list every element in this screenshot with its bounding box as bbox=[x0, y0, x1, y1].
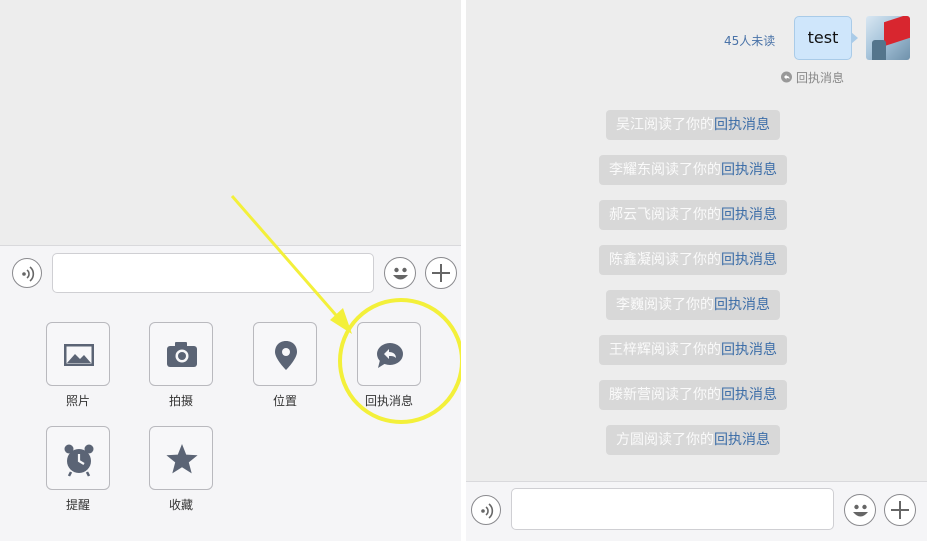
emoji-button[interactable] bbox=[384, 257, 416, 289]
camera-icon bbox=[167, 342, 197, 367]
tool-location[interactable]: 位置 bbox=[252, 322, 318, 409]
tool-label: 位置 bbox=[272, 394, 297, 408]
smiley-icon bbox=[853, 504, 868, 517]
receipt-message-link[interactable]: 回执消息 bbox=[721, 252, 777, 268]
avatar[interactable] bbox=[866, 16, 910, 60]
receipt-message-link[interactable]: 回执消息 bbox=[721, 342, 777, 358]
tool-favorites[interactable]: 收藏 bbox=[148, 426, 214, 513]
smiley-icon bbox=[393, 267, 408, 280]
left-screen: 照片 拍摄 位置 回执消息 提醒 收藏 bbox=[0, 0, 461, 541]
read-notice: 陈鑫凝阅读了你的回执消息 bbox=[599, 245, 787, 275]
tool-label: 拍摄 bbox=[168, 394, 193, 408]
tool-photo[interactable]: 照片 bbox=[45, 322, 111, 409]
receipt-message-icon bbox=[377, 343, 403, 368]
receipt-message-link[interactable]: 回执消息 bbox=[714, 297, 770, 313]
receipt-message-link[interactable]: 回执消息 bbox=[721, 387, 777, 403]
emoji-button[interactable] bbox=[844, 494, 876, 526]
star-icon bbox=[166, 444, 198, 474]
message-input[interactable] bbox=[52, 253, 374, 293]
tool-label: 收藏 bbox=[168, 498, 193, 512]
unread-count[interactable]: 45人未读 bbox=[724, 32, 775, 49]
alarm-clock-icon bbox=[64, 444, 94, 477]
input-toolbar bbox=[466, 481, 927, 541]
message-area bbox=[0, 0, 461, 245]
read-notice: 李耀东阅读了你的回执消息 bbox=[599, 155, 787, 185]
tool-receipt-message[interactable]: 回执消息 bbox=[356, 322, 422, 409]
message-input[interactable] bbox=[511, 488, 834, 530]
receipt-label: 回执消息 bbox=[796, 71, 845, 85]
tool-reminder[interactable]: 提醒 bbox=[45, 426, 111, 513]
more-button[interactable] bbox=[425, 257, 457, 289]
receipt-indicator[interactable]: 回执消息 bbox=[780, 69, 844, 86]
read-notice: 郝云飞阅读了你的回执消息 bbox=[599, 200, 787, 230]
location-icon bbox=[275, 341, 297, 370]
read-notice: 滕新营阅读了你的回执消息 bbox=[599, 380, 787, 410]
read-notice: 王梓辉阅读了你的回执消息 bbox=[599, 335, 787, 365]
voice-icon bbox=[481, 503, 494, 519]
read-notice: 吴江阅读了你的回执消息 bbox=[606, 110, 780, 140]
feature-drawer: 照片 拍摄 位置 回执消息 提醒 收藏 bbox=[0, 299, 461, 541]
more-button[interactable] bbox=[884, 494, 916, 526]
receipt-message-link[interactable]: 回执消息 bbox=[714, 117, 770, 133]
receipt-message-icon bbox=[781, 71, 792, 83]
read-notice: 李巍阅读了你的回执消息 bbox=[606, 290, 780, 320]
input-toolbar bbox=[0, 245, 461, 301]
plus-icon bbox=[891, 501, 909, 519]
voice-button[interactable] bbox=[12, 258, 42, 288]
tool-label: 提醒 bbox=[65, 498, 90, 512]
photo-icon bbox=[64, 344, 94, 366]
voice-icon bbox=[22, 266, 35, 282]
tool-label: 照片 bbox=[65, 394, 90, 408]
tool-label: 回执消息 bbox=[364, 394, 413, 408]
read-notice: 方圆阅读了你的回执消息 bbox=[606, 425, 780, 455]
plus-icon bbox=[432, 264, 450, 282]
receipt-message-link[interactable]: 回执消息 bbox=[721, 207, 777, 223]
tool-camera[interactable]: 拍摄 bbox=[148, 322, 214, 409]
sent-message-bubble[interactable]: test bbox=[794, 16, 858, 60]
receipt-message-link[interactable]: 回执消息 bbox=[714, 432, 770, 448]
voice-button[interactable] bbox=[471, 495, 501, 525]
right-screen: 45人未读 test 回执消息 吴江阅读了你的回执消息 李耀东阅读了你的回执消息… bbox=[466, 0, 927, 541]
receipt-message-link[interactable]: 回执消息 bbox=[721, 162, 777, 178]
